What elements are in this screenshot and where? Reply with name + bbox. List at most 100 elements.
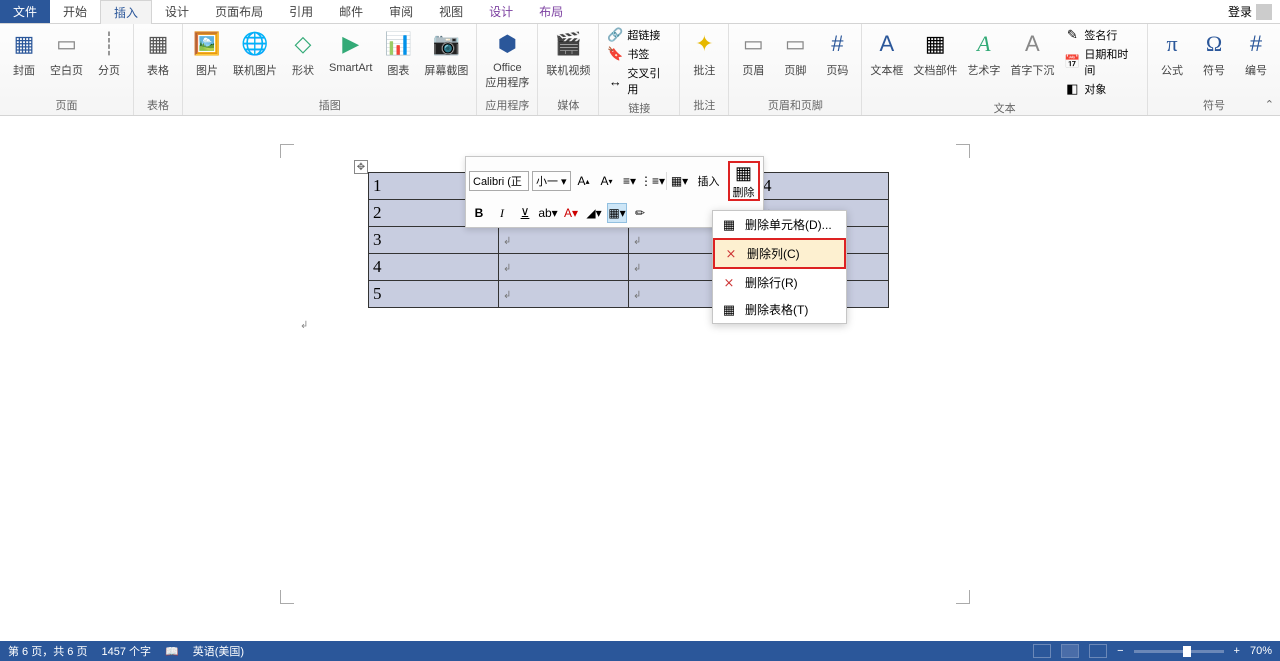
tab-table-design[interactable]: 设计 [476,0,526,23]
bookmark-button[interactable]: 🔖书签 [603,45,675,63]
shrink-font-button[interactable]: A▾ [597,171,617,191]
tab-table-layout[interactable]: 布局 [526,0,576,23]
font-color-button[interactable]: A▾ [561,203,581,223]
delete-rows-icon: ⨯ [721,275,737,291]
page-number-button[interactable]: #页码 [817,26,857,80]
wordart-button[interactable]: A艺术字 [963,26,1004,80]
delete-rows-item[interactable]: ⨯删除行(R) [713,269,846,296]
screenshot-button[interactable]: 📷屏幕截图 [420,26,472,80]
tab-insert[interactable]: 插入 [100,0,152,24]
pictures-button[interactable]: 🖼️图片 [187,26,227,80]
page-break-button[interactable]: ┊分页 [89,26,129,80]
zoom-level[interactable]: 70% [1250,645,1272,657]
blank-page-button[interactable]: ▭空白页 [46,26,87,80]
bold-button[interactable]: B [469,203,489,223]
login-button[interactable]: 登录 [1220,0,1280,23]
cover-page-button[interactable]: ▦封面 [4,26,44,80]
bullets-button[interactable]: ≡▾ [620,171,640,191]
tab-review[interactable]: 审阅 [376,0,426,23]
zoom-out-button[interactable]: − [1117,645,1123,657]
tab-bar: 文件 开始 插入 设计 页面布局 引用 邮件 审阅 视图 设计 布局 登录 [0,0,1280,24]
font-name-input[interactable] [469,171,529,191]
drop-cap-button[interactable]: A首字下沉 [1006,26,1058,80]
online-pictures-button[interactable]: 🌐联机图片 [229,26,281,80]
comment-button[interactable]: ✦批注 [684,26,724,80]
collapse-ribbon-icon[interactable]: ⌃ [1265,98,1274,111]
group-symbols: π公式 Ω符号 #编号 符号 [1148,24,1280,115]
ribbon: ▦封面 ▭空白页 ┊分页 页面 ▦表格 表格 🖼️图片 🌐联机图片 ◇形状 ▶S… [0,24,1280,116]
group-apps: ⬢Office 应用程序 应用程序 [477,24,538,115]
group-label: 插图 [187,95,472,115]
tab-file[interactable]: 文件 [0,0,50,23]
print-layout-button[interactable] [1061,644,1079,658]
font-size-select[interactable]: 小一▾ [532,171,571,191]
avatar-icon [1256,4,1272,20]
underline-button[interactable]: ⊻ [515,203,535,223]
cross-reference-button[interactable]: ↔交叉引用 [603,64,675,98]
format-painter-button[interactable]: ✏ [630,203,650,223]
group-label: 文本 [866,98,1143,118]
group-label: 表格 [138,95,178,115]
hyperlink-button[interactable]: 🔗超链接 [603,26,675,44]
group-illustrations: 🖼️图片 🌐联机图片 ◇形状 ▶SmartArt 📊图表 📷屏幕截图 插图 [183,24,477,115]
word-count[interactable]: 1457 个字 [101,643,151,659]
smartart-button[interactable]: ▶SmartArt [325,26,376,76]
group-text: A文本框 ▦文档部件 A艺术字 A首字下沉 ✎签名行 📅日期和时间 ◧对象 文本 [862,24,1148,115]
read-mode-button[interactable] [1033,644,1051,658]
mini-insert-button[interactable]: 插入 [693,161,725,201]
quick-parts-button[interactable]: ▦文档部件 [909,26,961,80]
footer-button[interactable]: ▭页脚 [775,26,815,80]
spell-check-icon[interactable]: 📖 [165,645,179,658]
group-label: 批注 [684,95,724,115]
highlight-button[interactable]: ab▾ [538,203,558,223]
status-bar: 第 6 页，共 6 页 1457 个字 📖 英语(美国) − + 70% [0,641,1280,661]
textbox-button[interactable]: A文本框 [866,26,907,80]
tab-references[interactable]: 引用 [276,0,326,23]
group-media: 🎬联机视频 媒体 [538,24,599,115]
shading-button[interactable]: ◢▾ [584,203,604,223]
group-pages: ▦封面 ▭空白页 ┊分页 页面 [0,24,134,115]
zoom-slider[interactable] [1134,650,1224,653]
tab-mailings[interactable]: 邮件 [326,0,376,23]
online-video-button[interactable]: 🎬联机视频 [542,26,594,80]
zoom-in-button[interactable]: + [1234,645,1240,657]
table-move-handle[interactable]: ✥ [354,160,368,174]
group-label: 媒体 [542,95,594,115]
borders-button[interactable]: ▦▾ [607,203,627,223]
paragraph-mark: ↲ [300,320,308,331]
numbering-button[interactable]: ⋮≡▾ [643,171,663,191]
group-label: 符号 [1152,95,1276,115]
web-layout-button[interactable] [1089,644,1107,658]
mini-delete-button[interactable]: ▦删除 [728,161,760,201]
page-indicator[interactable]: 第 6 页，共 6 页 [8,643,87,659]
number-button[interactable]: #编号 [1236,26,1276,80]
delete-cells-icon: ▦ [721,217,737,233]
delete-table-item[interactable]: ▦删除表格(T) [713,296,846,323]
table-insert-icon[interactable]: ▦▾ [670,171,690,191]
header-button[interactable]: ▭页眉 [733,26,773,80]
date-time-button[interactable]: 📅日期和时间 [1060,45,1143,79]
delete-cells-item[interactable]: ▦删除单元格(D)... [713,211,846,238]
group-label: 页面 [4,95,129,115]
signature-line-button[interactable]: ✎签名行 [1060,26,1143,44]
shapes-button[interactable]: ◇形状 [283,26,323,80]
object-button[interactable]: ◧对象 [1060,80,1143,98]
language-indicator[interactable]: 英语(美国) [193,643,244,659]
tab-view[interactable]: 视图 [426,0,476,23]
group-comments: ✦批注 批注 [680,24,729,115]
delete-columns-icon: ⨯ [723,246,739,262]
group-links: 🔗超链接 🔖书签 ↔交叉引用 链接 [599,24,680,115]
document-area[interactable]: ✥ 1↲↲4 2↲↲↲ 3↲↲↲ 4↲↲↲ 5↲↲↲ ↲ 小一▾ A▴ A▾ ≡… [0,116,1280,641]
equation-button[interactable]: π公式 [1152,26,1192,80]
delete-columns-item[interactable]: ⨯删除列(C) [713,238,846,269]
italic-button[interactable]: I [492,203,512,223]
group-header-footer: ▭页眉 ▭页脚 #页码 页眉和页脚 [729,24,862,115]
symbol-button[interactable]: Ω符号 [1194,26,1234,80]
office-apps-button[interactable]: ⬢Office 应用程序 [481,26,533,92]
tab-design[interactable]: 设计 [152,0,202,23]
chart-button[interactable]: 📊图表 [378,26,418,80]
tab-home[interactable]: 开始 [50,0,100,23]
tab-page-layout[interactable]: 页面布局 [202,0,276,23]
table-button[interactable]: ▦表格 [138,26,178,80]
grow-font-button[interactable]: A▴ [574,171,594,191]
